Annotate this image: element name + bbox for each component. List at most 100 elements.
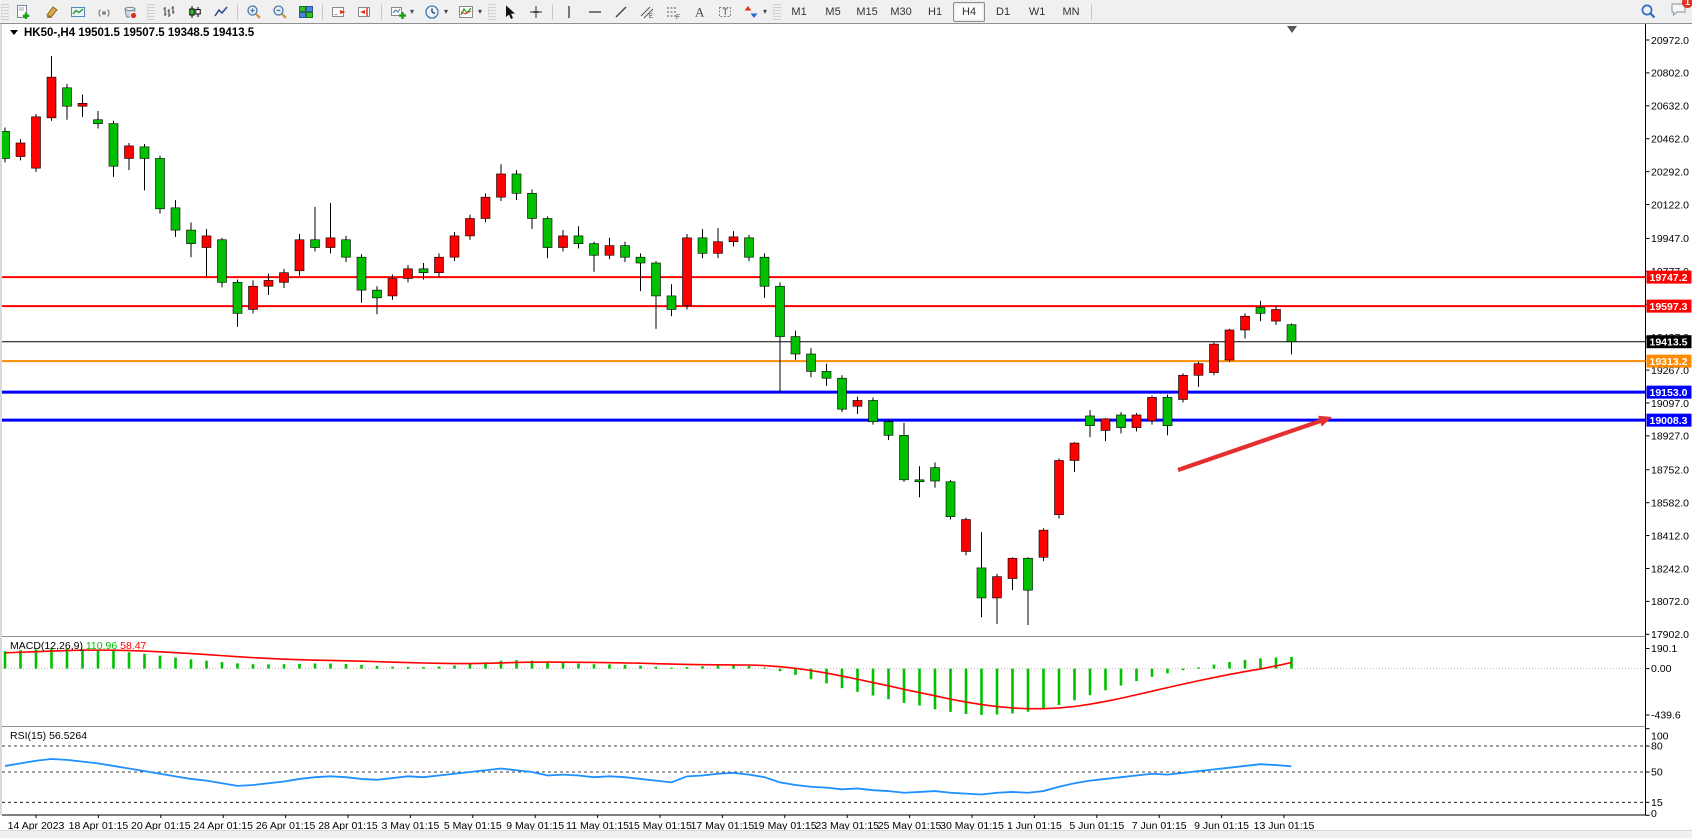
channel-icon: E	[639, 4, 655, 20]
tab-timeframe-W1[interactable]: W1	[1021, 2, 1053, 22]
crosshair-icon	[528, 4, 544, 20]
macd-label: MACD(12,26,9) 110.96 58.47	[10, 640, 147, 652]
notification-count-badge: 1	[1682, 0, 1692, 8]
rsi-axis-label: 0	[1651, 808, 1657, 820]
chevron-down-icon[interactable]: ▾	[410, 7, 414, 16]
price-tick-label: 17902.0	[1651, 629, 1689, 641]
tab-timeframe-D1[interactable]: D1	[987, 2, 1019, 22]
tab-timeframe-M5[interactable]: M5	[817, 2, 849, 22]
price-tick-label: 20462.0	[1651, 134, 1689, 146]
tab-timeframe-M1[interactable]: M1	[783, 2, 815, 22]
price-tick-label: 20802.0	[1651, 68, 1689, 80]
macd-axis-label: 190.1	[1651, 643, 1677, 655]
toolbar-grip[interactable]	[488, 4, 496, 20]
price-tick-label: 18412.0	[1651, 530, 1689, 542]
price-badge: 19313.2	[1650, 356, 1688, 368]
toolbar-grip[interactable]	[1, 4, 9, 20]
price-tick-label: 18927.0	[1651, 431, 1689, 443]
tab-timeframe-M30[interactable]: M30	[885, 2, 917, 22]
arrows-icon	[743, 4, 759, 20]
status-strip	[0, 830, 1692, 838]
tab-timeframe-H4[interactable]: H4	[953, 2, 985, 22]
price-tick-label: 20632.0	[1651, 101, 1689, 113]
profile-button[interactable]	[40, 1, 64, 22]
price-tick-label: 19097.0	[1651, 398, 1689, 410]
toolbar-grip[interactable]	[147, 4, 155, 20]
horizontal-line-tool-button[interactable]	[583, 1, 607, 22]
vertical-line-tool-button[interactable]	[557, 1, 581, 22]
crosshair-tool-button[interactable]	[524, 1, 548, 22]
indicators-button[interactable]: ▾	[454, 1, 486, 22]
chevron-down-icon[interactable]: ▾	[444, 7, 448, 16]
svg-text:HK50-,H4 19501.5 19507.5 1934: HK50-,H4 19501.5 19507.5 19348.5 19413.5	[24, 27, 255, 39]
price-tick-label: 20292.0	[1651, 166, 1689, 178]
tab-timeframe-M15[interactable]: M15	[851, 2, 883, 22]
bar-chart-mode-button[interactable]	[157, 1, 181, 22]
channel-tool-button[interactable]: E	[635, 1, 659, 22]
fibonacci-tool-button[interactable]: F	[661, 1, 685, 22]
label-tool-button[interactable]: T	[713, 1, 737, 22]
toolbar-separator	[1091, 4, 1092, 20]
toolbar-grip[interactable]	[773, 4, 781, 20]
vertical-line-icon	[561, 4, 577, 20]
zoom-in-button[interactable]	[242, 1, 266, 22]
charts-window-button[interactable]	[66, 1, 90, 22]
period-clock-icon	[424, 4, 440, 20]
cursor-tool-button[interactable]	[498, 1, 522, 22]
zoom-out-icon	[272, 4, 288, 20]
search-button[interactable]	[1636, 1, 1661, 22]
svg-text:T: T	[723, 7, 729, 17]
new-chart-icon	[390, 4, 406, 20]
new-order-button[interactable]	[11, 1, 38, 22]
rsi-axis-label: 80	[1651, 741, 1663, 753]
svg-text:A: A	[695, 4, 705, 19]
trendline-tool-button[interactable]	[609, 1, 633, 22]
rsi-axis-label: 15	[1651, 797, 1663, 809]
toolbar-separator	[322, 4, 323, 20]
chart-shift-button[interactable]	[353, 1, 377, 22]
new-order-icon	[15, 4, 31, 20]
macd-axis-label: 0.00	[1651, 663, 1672, 675]
rsi-label: RSI(15) 56.5264	[10, 730, 87, 742]
tile-windows-button[interactable]	[294, 1, 318, 22]
chevron-down-icon[interactable]: ▾	[763, 7, 767, 16]
price-badge: 19153.0	[1650, 387, 1688, 399]
chart-profile-icon	[70, 4, 86, 20]
search-icon	[1640, 3, 1657, 20]
chart-canvas[interactable]: 20972.020802.020632.020462.020292.020122…	[0, 23, 1692, 838]
signals-button[interactable]	[92, 1, 116, 22]
price-tick-label: 18582.0	[1651, 497, 1689, 509]
arrows-tool-button[interactable]: ▾	[739, 1, 771, 22]
trendline-icon	[613, 4, 629, 20]
toolbar-separator	[237, 4, 238, 20]
zoom-in-icon	[246, 4, 262, 20]
toolbar-separator	[552, 4, 553, 20]
svg-text:F: F	[676, 14, 680, 20]
new-chart-button[interactable]: ▾	[386, 1, 418, 22]
horizontal-line-icon	[587, 4, 603, 20]
toolbar: ▾ ▾ ▾ E F A T ▾ M1M5M15M30H1H4D1W1MN 1	[0, 0, 1692, 24]
indicators-icon	[458, 4, 474, 20]
chevron-down-icon[interactable]: ▾	[478, 7, 482, 16]
line-chart-mode-button[interactable]	[209, 1, 233, 22]
terminal-window: ▾ ▾ ▾ E F A T ▾ M1M5M15M30H1H4D1W1MN 1 20972.0 208…	[0, 0, 1692, 838]
autotrading-icon	[122, 4, 138, 20]
tab-timeframe-MN[interactable]: MN	[1055, 2, 1087, 22]
price-tick-label: 18072.0	[1651, 596, 1689, 608]
broom-icon	[44, 4, 60, 20]
svg-text:E: E	[649, 14, 653, 20]
signal-icon	[96, 4, 112, 20]
auto-scroll-button[interactable]	[327, 1, 351, 22]
zoom-out-button[interactable]	[268, 1, 292, 22]
candlestick-mode-button[interactable]	[183, 1, 207, 22]
tab-timeframe-H1[interactable]: H1	[919, 2, 951, 22]
periods-button[interactable]: ▾	[420, 1, 452, 22]
fibonacci-icon: F	[665, 4, 681, 20]
autotrading-button[interactable]	[118, 1, 145, 22]
text-label-icon: T	[717, 4, 733, 20]
price-tick-label: 20972.0	[1651, 35, 1689, 47]
text-tool-button[interactable]: A	[687, 1, 711, 22]
notifications-button[interactable]: 1	[1670, 1, 1688, 22]
rsi-axis-label: 50	[1651, 767, 1663, 779]
chart-title: HK50-,H4 19501.5 19507.5 19348.5 19413.5	[10, 27, 255, 39]
